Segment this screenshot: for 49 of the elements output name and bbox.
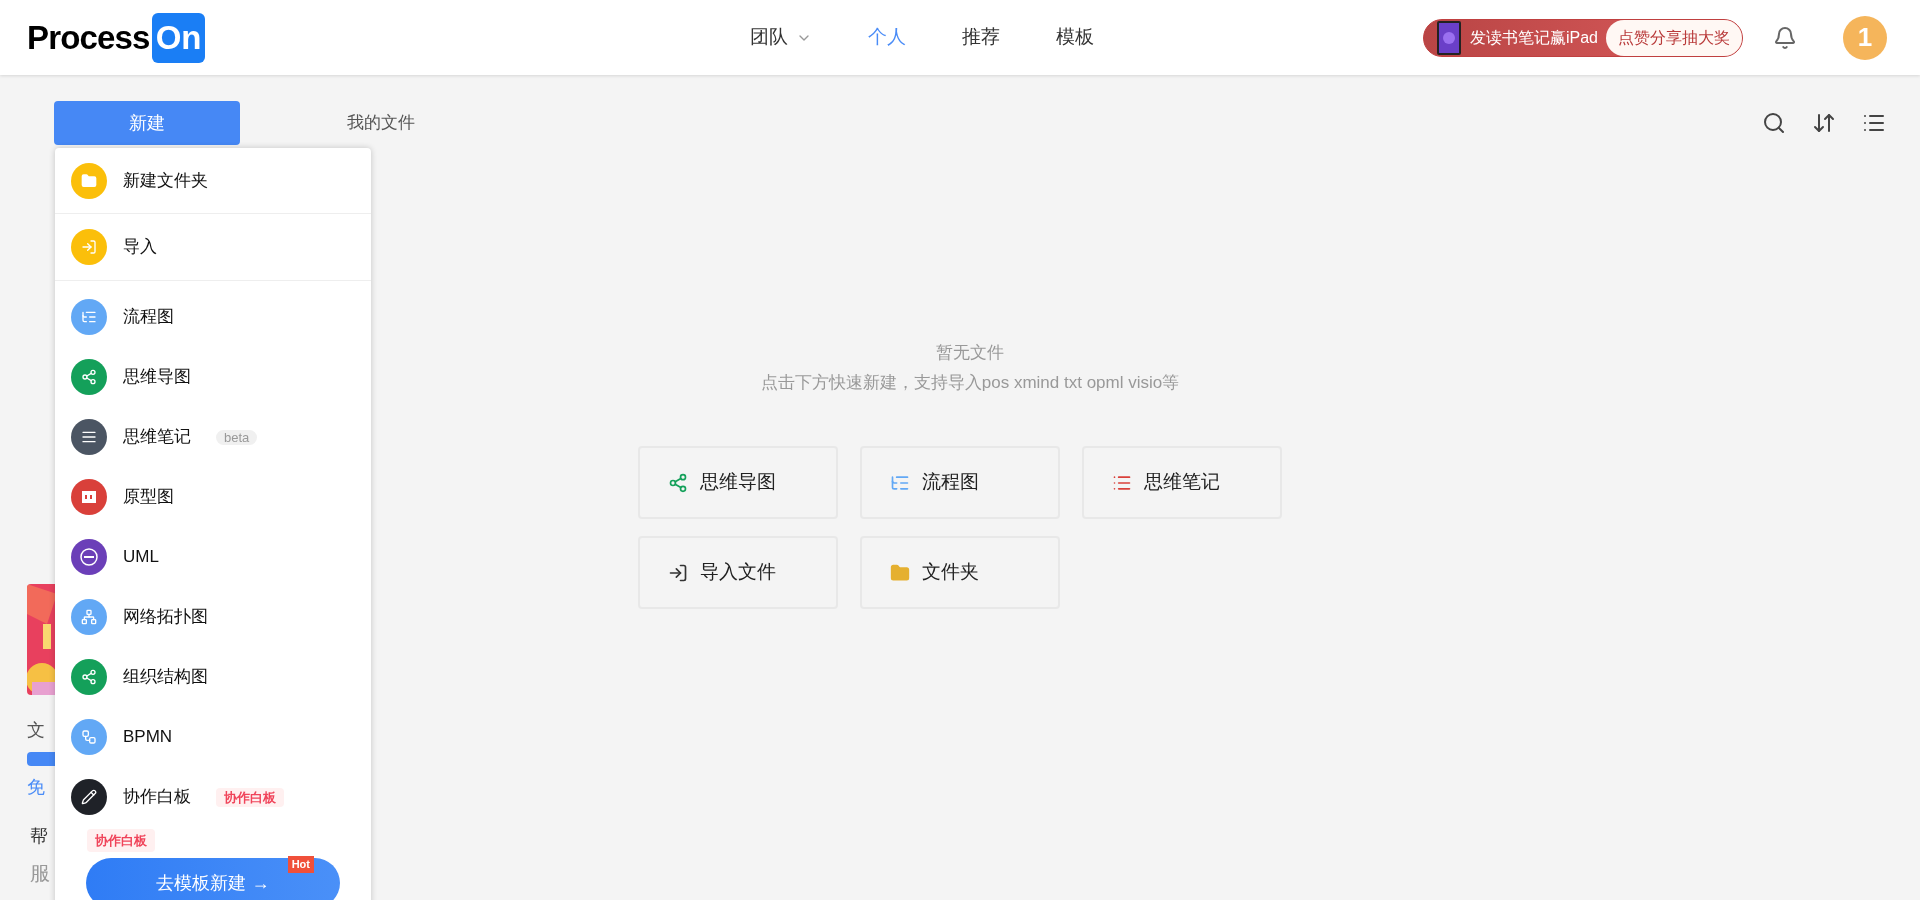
menu-item-label: 流程图 [123,305,174,328]
menu-item[interactable]: UML [55,526,371,587]
menu-item-label: 组织结构图 [123,665,208,688]
menu-item-label: 协作白板 [123,785,191,808]
promo-action: 点赞分享抽大奖 [1606,19,1742,56]
create-card[interactable]: 文件夹 [860,536,1060,609]
menu-item-label: 网络拓扑图 [123,605,208,628]
nav-tab[interactable]: 团队 [750,23,813,52]
menu-item[interactable]: 思维导图 [55,346,371,407]
empty-hint: 点击下方快速新建，支持导入pos xmind txt opml visio等 [760,371,1180,394]
empty-title: 暂无文件 [936,342,1004,364]
menu-item-label: 导入 [123,236,157,259]
menu-item[interactable]: 新建文件夹 [55,148,371,215]
sort-icon[interactable] [1812,111,1836,135]
menu-item[interactable]: 流程图 [55,286,371,347]
tablet-icon [1435,19,1462,56]
menu-item[interactable]: BPMN [55,706,371,767]
notification-icon[interactable] [1773,25,1797,50]
nav-tab[interactable]: 模板 [1056,23,1095,52]
tag: 协作白板 [216,787,284,807]
search-icon[interactable] [1762,111,1786,135]
mind-map-icon [668,472,688,493]
menu-item-label: BPMN [123,725,173,748]
menu-item[interactable]: 组织结构图 [55,646,371,707]
logo[interactable]: Process On [27,12,206,63]
promo-text: 发读书笔记赢iPad [1468,27,1599,48]
menu-item-label: UML [123,545,159,568]
create-card[interactable]: 导入文件 [638,536,838,609]
menu-item-label: 思维导图 [123,365,191,388]
create-card[interactable]: 思维笔记 [1082,446,1282,519]
menu-item[interactable]: 协作白板 协作白板 [55,766,371,827]
menu-item-label: 思维笔记 [123,425,191,448]
menu-item[interactable]: 思维笔记 beta [55,406,371,467]
import-icon [668,562,688,583]
hot-badge: Hot [287,856,314,873]
menu-item-label: 新建文件夹 [123,169,208,192]
menu-item[interactable]: 网络拓扑图 [55,586,371,647]
create-card[interactable]: 流程图 [860,446,1060,519]
tag: 协作白板 [87,828,155,852]
storage-label: 文 [27,719,46,742]
menu-item-label: 原型图 [123,485,174,508]
folder-icon [890,562,910,583]
create-card[interactable]: 思维导图 [638,446,838,519]
promo-banner[interactable]: 发读书笔记赢iPad 点赞分享抽大奖 [1422,18,1743,57]
menu-item[interactable]: 原型图 [55,466,371,527]
breadcrumb[interactable]: 我的文件 [347,110,415,136]
tag: beta [216,429,258,445]
nav-tab[interactable]: 推荐 [962,23,1001,52]
menu-item[interactable]: 导入 [55,214,371,281]
